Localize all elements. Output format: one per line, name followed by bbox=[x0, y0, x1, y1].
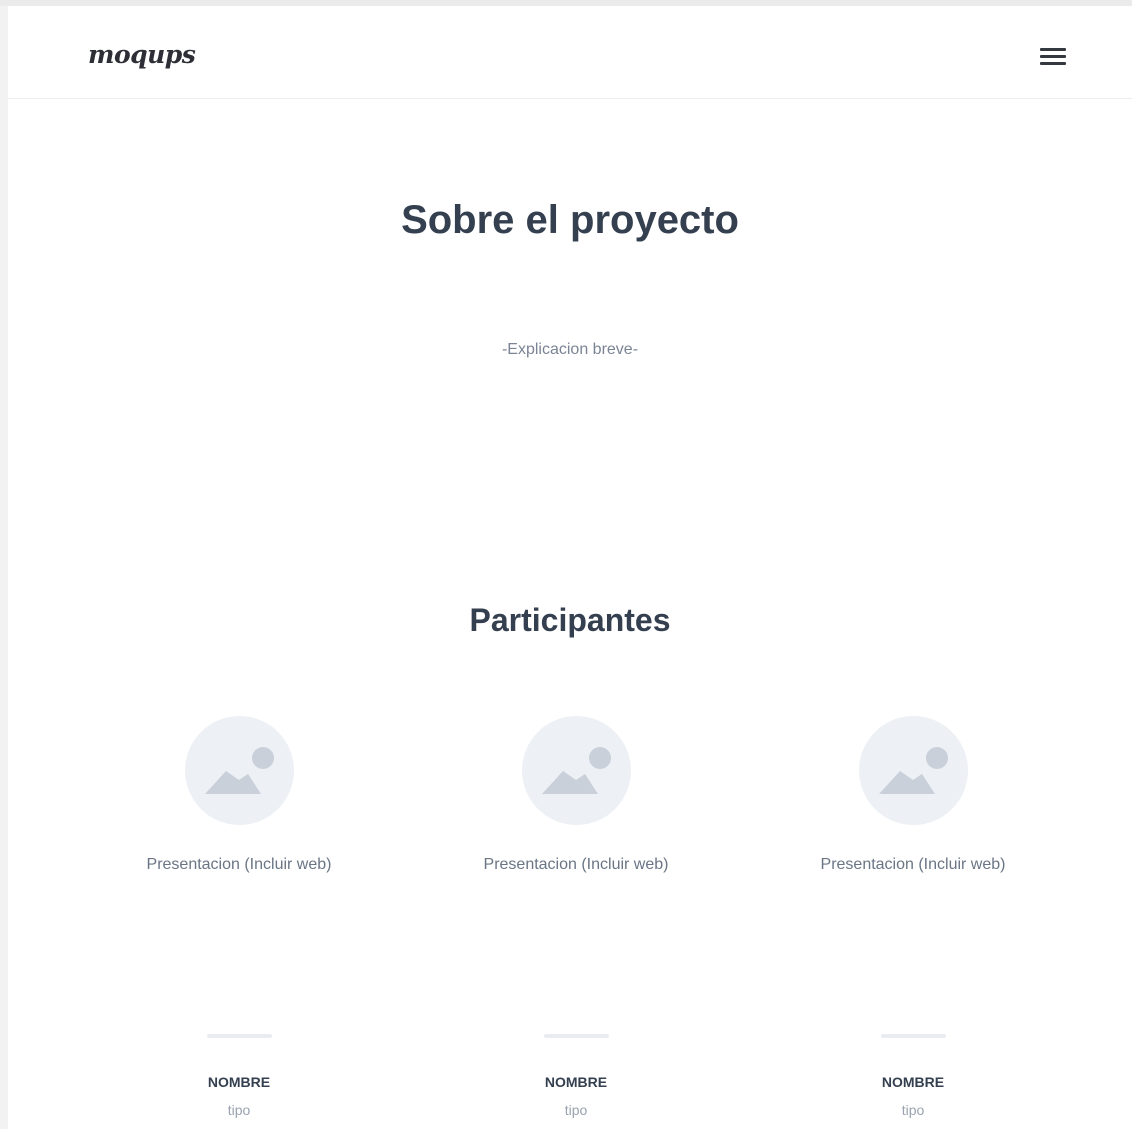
participant-name: NOMBRE bbox=[544, 1074, 608, 1090]
participants-title: Participantes bbox=[469, 602, 671, 638]
participant-card: Presentacion (Incluir web) NOMBRE tipo bbox=[426, 716, 726, 1129]
participant-role: tipo bbox=[564, 1102, 588, 1118]
image-placeholder-icon bbox=[522, 716, 631, 825]
page: moqups Sobre el proyecto -Explicacion br… bbox=[0, 0, 1132, 1129]
left-edge bbox=[0, 6, 8, 1129]
image-placeholder-icon bbox=[185, 716, 294, 825]
logo[interactable]: moqups bbox=[88, 40, 196, 69]
about-description: -Explicacion breve- bbox=[501, 341, 639, 358]
participant-name: NOMBRE bbox=[881, 1074, 945, 1090]
site-header: moqups bbox=[8, 16, 1132, 99]
participant-name: NOMBRE bbox=[207, 1074, 271, 1090]
participant-presentation: Presentacion (Incluir web) bbox=[146, 856, 332, 873]
menu-line bbox=[1040, 55, 1066, 58]
image-placeholder-icon bbox=[859, 716, 968, 825]
participant-presentation: Presentacion (Incluir web) bbox=[483, 856, 669, 873]
divider bbox=[881, 1034, 946, 1038]
hamburger-menu-icon[interactable] bbox=[1040, 46, 1066, 68]
participant-role: tipo bbox=[901, 1102, 925, 1118]
menu-line bbox=[1040, 62, 1066, 65]
divider bbox=[544, 1034, 609, 1038]
menu-line bbox=[1040, 48, 1066, 51]
about-title: Sobre el proyecto bbox=[401, 198, 739, 242]
participant-card: Presentacion (Incluir web) NOMBRE tipo bbox=[763, 716, 1063, 1129]
participant-role: tipo bbox=[227, 1102, 251, 1118]
participant-card: Presentacion (Incluir web) NOMBRE tipo bbox=[89, 716, 389, 1129]
divider bbox=[207, 1034, 272, 1038]
browser-top-strip bbox=[0, 0, 1132, 6]
participant-presentation: Presentacion (Incluir web) bbox=[820, 856, 1006, 873]
